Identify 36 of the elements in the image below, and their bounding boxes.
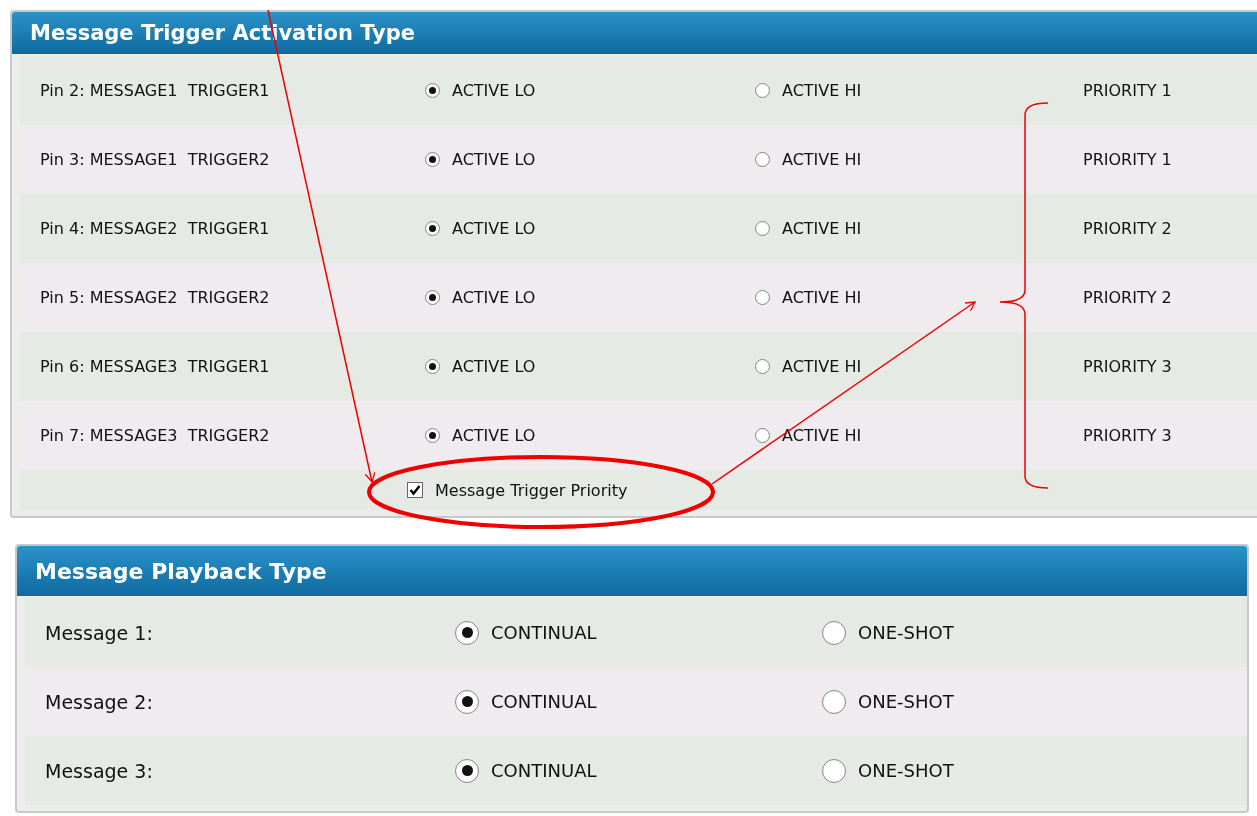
message-label: Message 2: bbox=[45, 690, 154, 713]
check-icon bbox=[409, 484, 421, 496]
radio-option[interactable]: ONE-SHOT bbox=[822, 758, 954, 783]
priority-label: PRIORITY 1 bbox=[1083, 81, 1173, 100]
radio-option[interactable]: ACTIVE LO bbox=[425, 81, 536, 100]
radio-option[interactable]: ACTIVE HI bbox=[755, 150, 862, 169]
radio-option[interactable]: ONE-SHOT bbox=[822, 620, 954, 645]
radio-option[interactable]: ONE-SHOT bbox=[822, 689, 954, 714]
radio-option[interactable]: ACTIVE HI bbox=[755, 357, 862, 376]
radio-option[interactable]: ACTIVE HI bbox=[755, 219, 862, 238]
pin-label: Pin 5: MESSAGE2 TRIGGER2 bbox=[40, 288, 271, 307]
pin-label: Pin 2: MESSAGE1 TRIGGER1 bbox=[40, 81, 271, 100]
pin-label: Pin 7: MESSAGE3 TRIGGER2 bbox=[40, 426, 271, 445]
radio-option[interactable]: CONTINUAL bbox=[455, 758, 597, 783]
priority-checkbox[interactable]: Message Trigger Priority bbox=[407, 480, 628, 500]
radio-option[interactable]: ACTIVE HI bbox=[755, 426, 862, 445]
radio-option[interactable]: ACTIVE LO bbox=[425, 288, 536, 307]
priority-label: PRIORITY 3 bbox=[1083, 357, 1173, 376]
radio-option[interactable]: ACTIVE LO bbox=[425, 219, 536, 238]
pin-label: Pin 6: MESSAGE3 TRIGGER1 bbox=[40, 357, 271, 376]
priority-label: PRIORITY 1 bbox=[1083, 150, 1173, 169]
message-label: Message 1: bbox=[45, 621, 154, 644]
priority-label: PRIORITY 3 bbox=[1083, 426, 1173, 445]
radio-option[interactable]: ACTIVE LO bbox=[425, 357, 536, 376]
pin-label: Pin 4: MESSAGE2 TRIGGER1 bbox=[40, 219, 271, 238]
priority-label: PRIORITY 2 bbox=[1083, 288, 1173, 307]
radio-option[interactable]: CONTINUAL bbox=[455, 689, 597, 714]
radio-option[interactable]: ACTIVE LO bbox=[425, 150, 536, 169]
pin-label: Pin 3: MESSAGE1 TRIGGER2 bbox=[40, 150, 271, 169]
radio-option[interactable]: ACTIVE HI bbox=[755, 81, 862, 100]
message-label: Message 3: bbox=[45, 759, 154, 782]
priority-label: PRIORITY 2 bbox=[1083, 219, 1173, 238]
radio-option[interactable]: CONTINUAL bbox=[455, 620, 597, 645]
radio-option[interactable]: ACTIVE HI bbox=[755, 288, 862, 307]
panel-title: Message Playback Type bbox=[17, 546, 1247, 596]
radio-option[interactable]: ACTIVE LO bbox=[425, 426, 536, 445]
